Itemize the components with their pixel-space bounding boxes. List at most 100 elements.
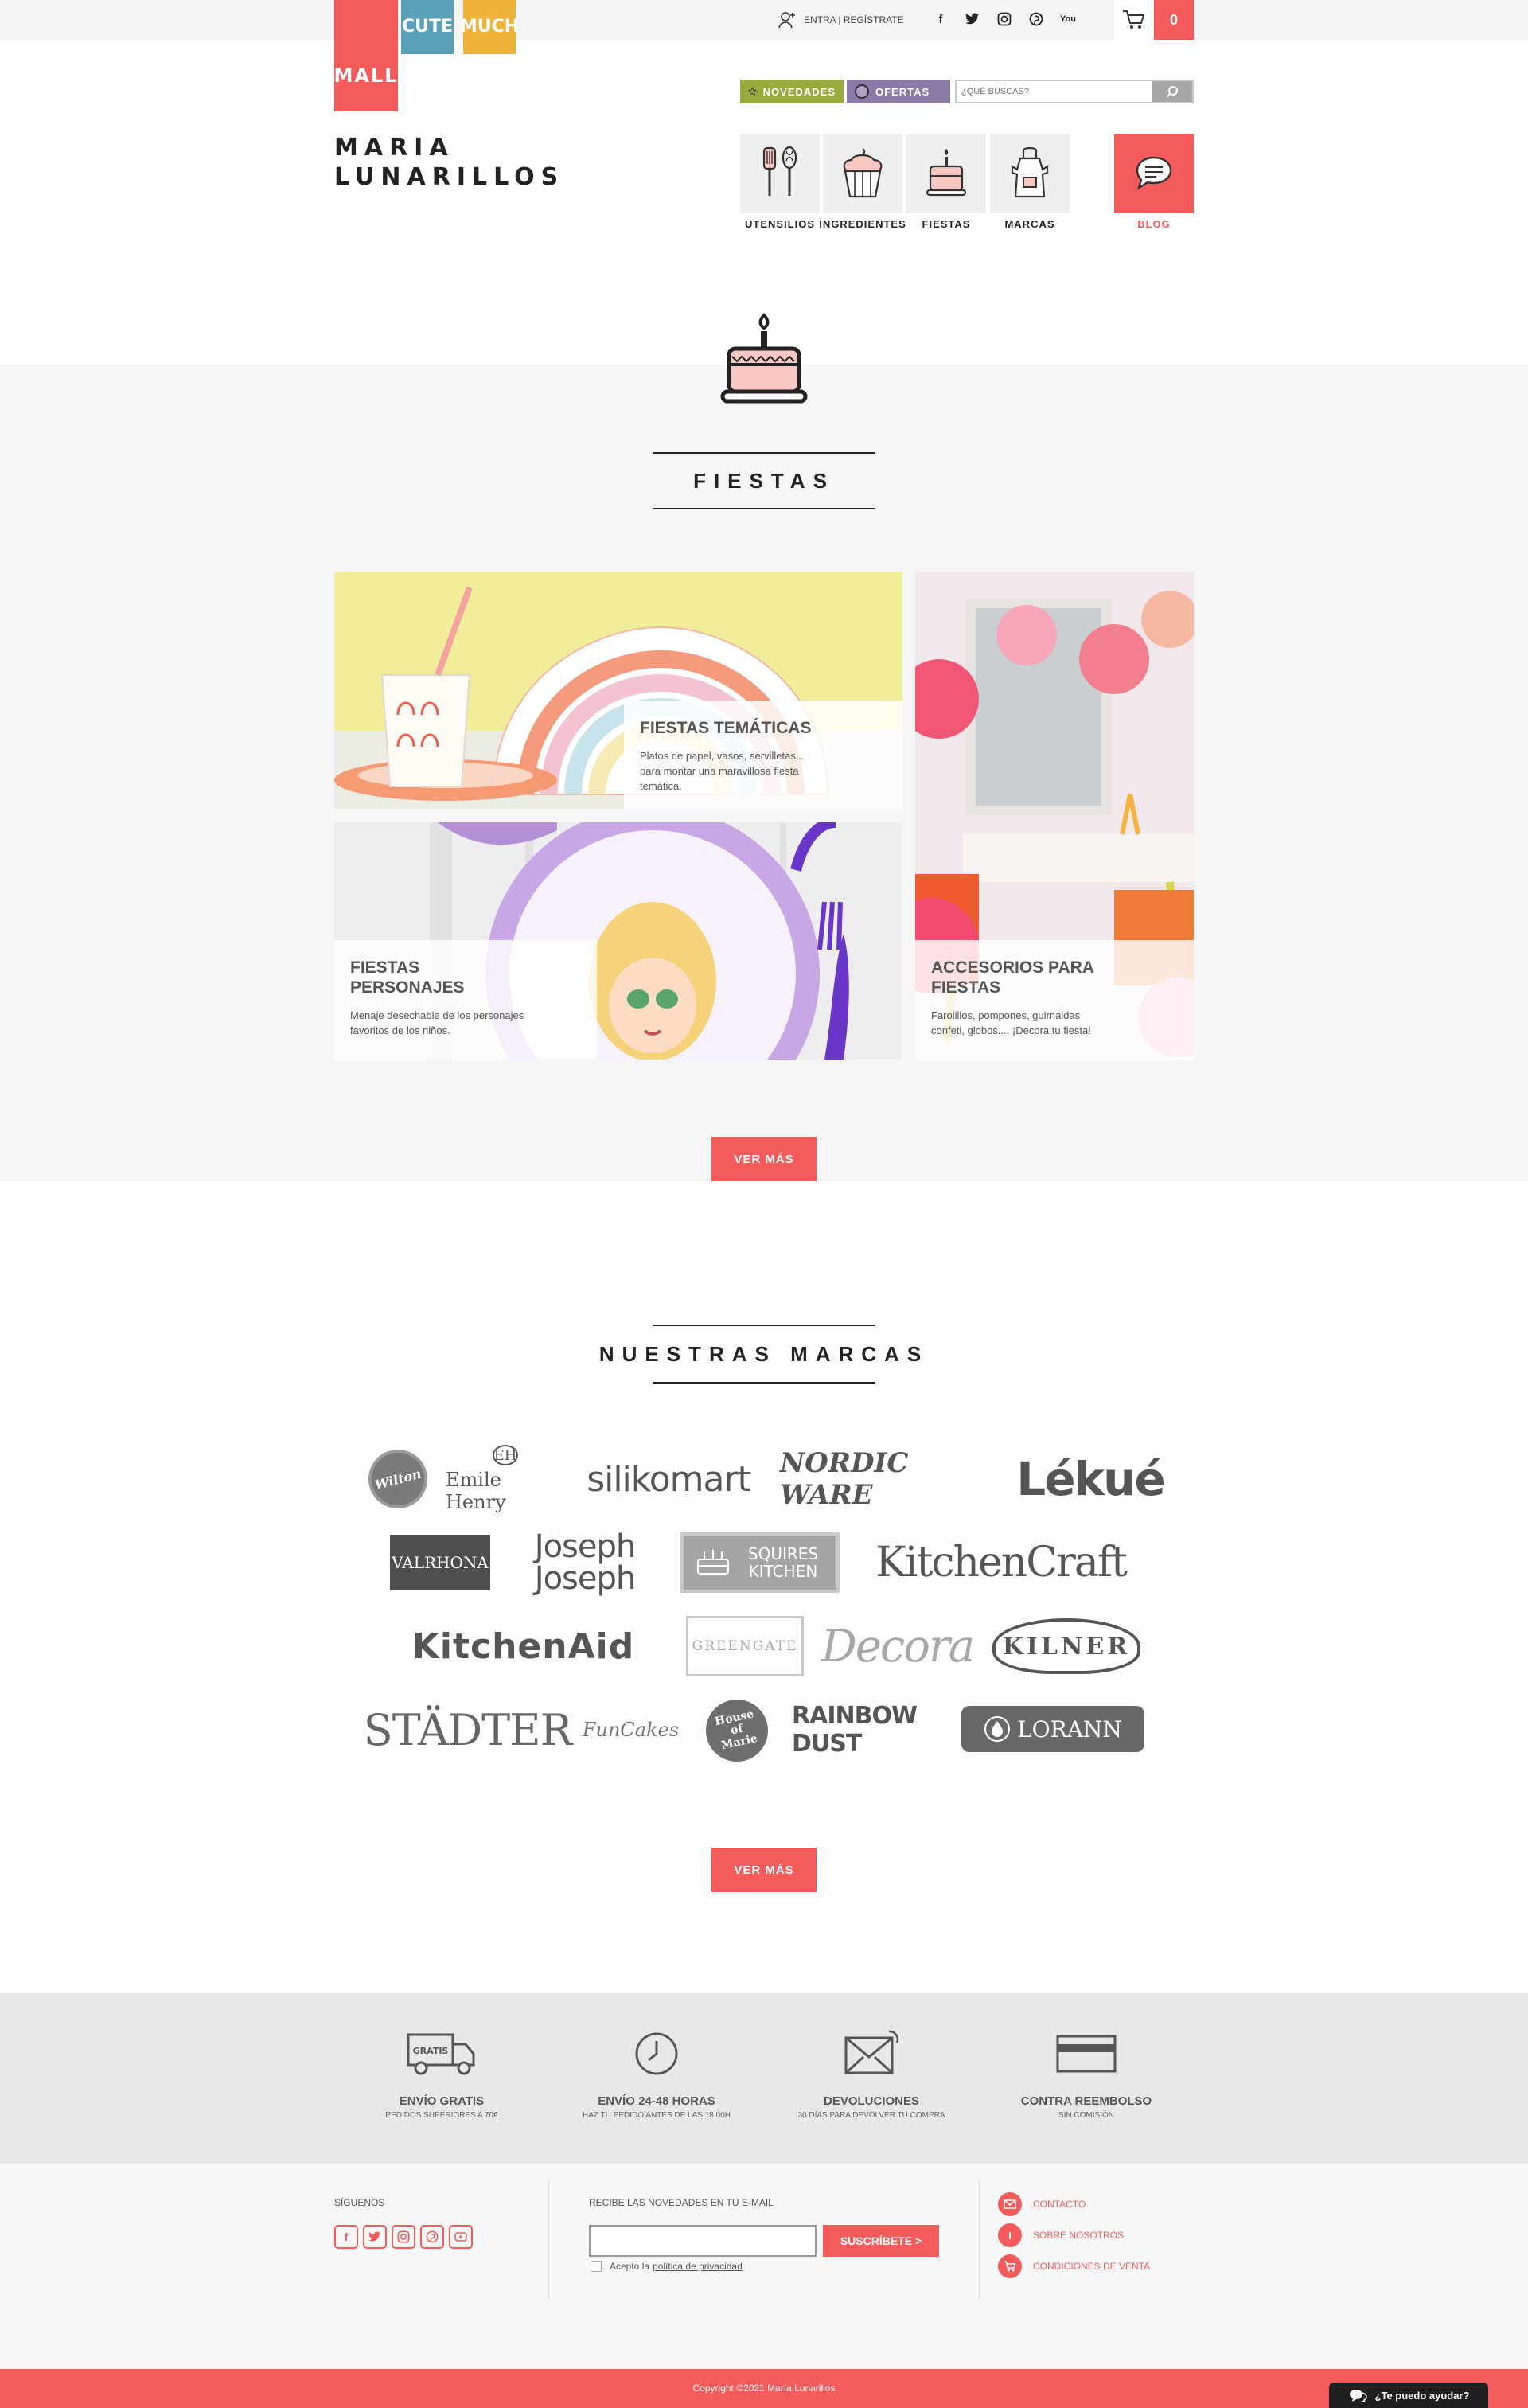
category-marcas[interactable]	[990, 134, 1070, 213]
ofertas-label: OFERTAS	[875, 85, 930, 98]
card-title: FIESTAS PERSONAJES	[350, 958, 465, 997]
clock-icon	[635, 2032, 678, 2075]
brand-silikomart[interactable]: silikomart	[577, 1449, 760, 1509]
privacy-consent: Acepto la política de privacidad	[591, 2261, 743, 2272]
category-utensilios[interactable]	[740, 134, 820, 213]
emile-henry-emblem: EH	[493, 1445, 518, 1465]
blog-button[interactable]	[1114, 134, 1194, 213]
brand-stadter[interactable]: STÄDTER	[364, 1700, 572, 1760]
chat-icon	[1349, 2390, 1367, 2402]
card-title: FIESTAS TEMÁTICAS	[640, 719, 812, 737]
search-box	[955, 80, 1194, 103]
newsletter-heading: RECIBE LAS NOVEDADES EN TU E-MAIL	[589, 2197, 774, 2208]
cart[interactable]: 0	[1114, 0, 1194, 40]
cart-count: 0	[1154, 0, 1194, 40]
footer	[0, 2164, 1528, 2369]
facebook-icon[interactable]: f	[334, 2225, 358, 2249]
brand-house-of-marie[interactable]: House of Marie	[700, 1693, 774, 1768]
mall-logo-text: MALL	[333, 64, 399, 87]
footer-link-label: SOBRE NOSOTROS	[1033, 2230, 1125, 2241]
brand-lorann[interactable]: LORANN	[961, 1706, 1144, 1752]
cake-icon	[720, 313, 808, 404]
card-text: Platos de papel, vasos, servilletas... p…	[640, 750, 805, 792]
mail-icon	[998, 2192, 1022, 2216]
marcas-more-button[interactable]: VER MÁS	[711, 1848, 817, 1892]
much-logo[interactable]: MUCH	[460, 0, 519, 54]
instagram-icon[interactable]	[995, 10, 1014, 29]
card-fiestas-personajes[interactable]: FIESTAS PERSONAJES Menaje desechable de …	[334, 822, 902, 1060]
category-ingredientes[interactable]	[823, 134, 902, 213]
category-label-fiestas[interactable]: FIESTAS	[902, 218, 990, 230]
youtube-icon[interactable]	[449, 2225, 473, 2249]
brand-greengate[interactable]: GREENGATE	[686, 1616, 804, 1676]
brand-squires-kitchen[interactable]: SQUIRES KITCHEN	[680, 1532, 840, 1593]
facebook-icon[interactable]: f	[931, 10, 950, 29]
brand-wilton[interactable]: Wilton	[361, 1442, 435, 1516]
brand-nordic-ware[interactable]: NORDIC WARE	[780, 1447, 999, 1511]
category-fiestas[interactable]	[906, 134, 986, 213]
brand-label: LORANN	[1017, 1715, 1122, 1743]
footer-link-label: CONTACTO	[1033, 2199, 1086, 2210]
title-rule-bottom	[653, 1382, 875, 1384]
social-links-footer: f	[334, 2225, 473, 2249]
search-input[interactable]	[957, 81, 1152, 102]
footer-link-label: CONDICIONES DE VENTA	[1033, 2261, 1151, 2272]
benefit-subtitle: 30 DÍAS PARA DEVOLVER TU COMPRA	[797, 2111, 945, 2120]
footer-link-contacto[interactable]: CONTACTO	[998, 2192, 1086, 2216]
subscribe-button[interactable]: SUSCRÍBETE >	[823, 2225, 939, 2257]
cart-icon[interactable]	[1114, 0, 1154, 40]
twitter-icon[interactable]	[363, 2225, 387, 2249]
offer-icon	[855, 84, 869, 99]
brand-funcakes[interactable]: FunCakes	[577, 1696, 684, 1764]
footer-link-sobre-nosotros[interactable]: i SOBRE NOSOTROS	[998, 2223, 1124, 2247]
brand-joseph-joseph[interactable]: Joseph Joseph	[509, 1528, 661, 1597]
ofertas-button[interactable]: OFERTAS	[847, 80, 950, 103]
apron-icon	[1011, 146, 1049, 198]
cute-logo[interactable]: CUTE	[401, 0, 454, 54]
brand-decora[interactable]: Decora	[821, 1612, 975, 1680]
star-icon	[748, 87, 757, 96]
youtube-icon[interactable]: You	[1058, 10, 1078, 29]
site-brand[interactable]: MARIA LUNARILLOS	[334, 134, 564, 191]
brand-emile-henry[interactable]: EH Emile Henry	[446, 1445, 565, 1513]
card-overlay: FIESTAS PERSONAJES Menaje desechable de …	[334, 940, 597, 1060]
category-label-ingredientes[interactable]: INGREDIENTES	[819, 218, 906, 230]
category-label-utensilios[interactable]: UTENSILIOS	[736, 218, 824, 230]
email-field[interactable]	[589, 2225, 817, 2257]
fiestas-more-button[interactable]: VER MÁS	[711, 1137, 817, 1181]
brand-line1: MARIA	[334, 134, 454, 162]
brand-rainbow-dust[interactable]: RAINBOW DUST	[792, 1700, 947, 1760]
copyright-bar: Copyright ©2021 María Lunarillos	[0, 2369, 1528, 2408]
card-accesorios-fiestas[interactable]: ACCESORIOS PARA FIESTAS Farolillos, pomp…	[915, 572, 1194, 1060]
brand-kilner[interactable]: KILNER	[987, 1614, 1146, 1678]
card-fiestas-tematicas[interactable]: FIESTAS TEMÁTICAS Platos de papel, vasos…	[334, 572, 902, 809]
blog-label[interactable]: BLOG	[1114, 218, 1194, 230]
cute-logo-text: CUTE	[401, 16, 454, 37]
instagram-icon[interactable]	[392, 2225, 415, 2249]
utensils-icon	[762, 146, 797, 196]
card-overlay: ACCESORIOS PARA FIESTAS Farolillos, pomp…	[915, 940, 1194, 1060]
footer-link-condiciones[interactable]: CONDICIONES DE VENTA	[998, 2254, 1150, 2278]
brand-valrhona[interactable]: VALRHONA	[390, 1535, 490, 1590]
info-icon: i	[998, 2223, 1022, 2247]
search-button[interactable]	[1152, 81, 1192, 102]
top-bar	[0, 0, 1528, 40]
category-label-marcas[interactable]: MARCAS	[986, 218, 1074, 230]
login-link[interactable]: ENTRA | REGÍSTRATE	[777, 10, 904, 30]
marcas-title: NUESTRAS MARCAS	[598, 1342, 930, 1366]
brand-kitchenaid[interactable]: KitchenAid	[378, 1616, 668, 1676]
novedades-button[interactable]: NOVEDADES	[740, 80, 844, 103]
privacy-checkbox[interactable]	[591, 2261, 602, 2272]
twitter-icon[interactable]	[963, 10, 982, 29]
mall-logo[interactable]: MALL	[333, 0, 399, 111]
benefit-title: DEVOLUCIONES	[823, 2094, 919, 2108]
brand-lekue[interactable]: Lékué	[1011, 1447, 1170, 1511]
privacy-link[interactable]: política de privacidad	[653, 2261, 743, 2272]
pinterest-icon[interactable]	[1027, 10, 1046, 29]
chat-widget-button[interactable]: ¿Te puedo ayudar?	[1329, 2383, 1488, 2408]
footer-divider	[548, 2180, 549, 2299]
brand-kitchencraft[interactable]: KitchenCraft	[860, 1532, 1142, 1593]
pinterest-icon[interactable]	[420, 2225, 444, 2249]
privacy-prefix: Acepto la	[610, 2261, 650, 2272]
card-text: Menaje desechable de los personajes favo…	[350, 1009, 524, 1037]
